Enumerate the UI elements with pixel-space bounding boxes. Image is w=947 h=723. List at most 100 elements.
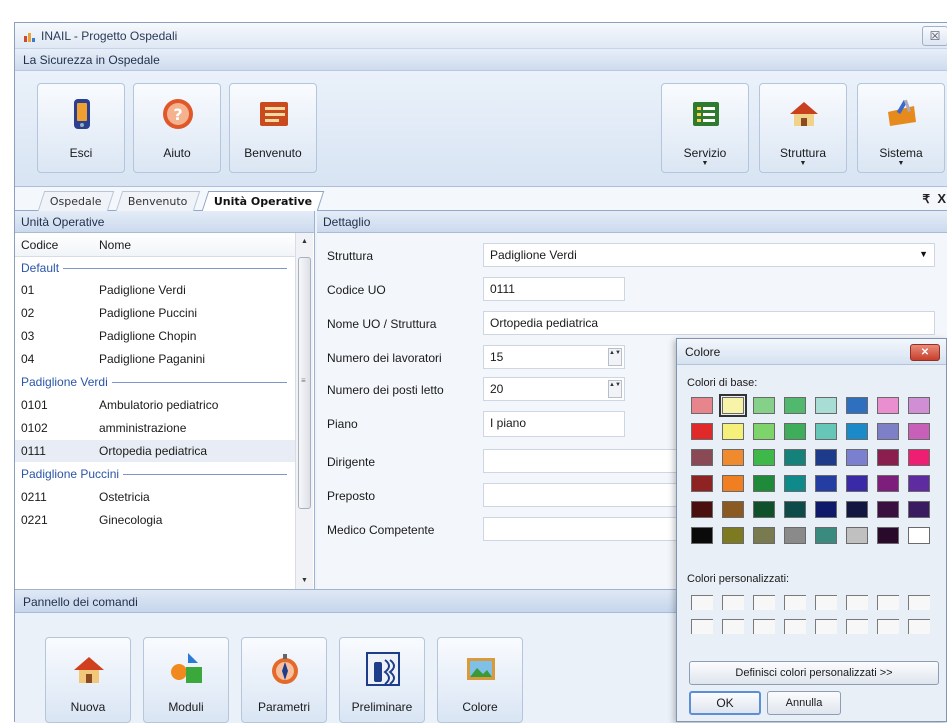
color-swatch[interactable] <box>877 449 899 466</box>
exit-button[interactable]: Esci <box>37 83 125 173</box>
color-swatch[interactable] <box>877 423 899 440</box>
color-swatch[interactable] <box>719 394 747 417</box>
custom-color-swatch[interactable] <box>846 619 868 634</box>
list-item-selected[interactable]: 0111 Ortopedia pediatrica <box>15 440 295 462</box>
color-button[interactable]: Colore <box>437 637 523 723</box>
scroll-down-icon[interactable]: ▼ <box>296 572 313 589</box>
color-swatch[interactable] <box>846 501 868 518</box>
spin-arrows-icon[interactable]: ▲▼ <box>608 380 622 398</box>
custom-color-swatch[interactable] <box>784 619 806 634</box>
custom-color-swatch[interactable] <box>908 619 930 634</box>
tab-menu-icon[interactable]: ₹ <box>922 192 930 206</box>
custom-color-swatch[interactable] <box>846 595 868 610</box>
color-swatch[interactable] <box>691 527 713 544</box>
custom-color-swatch[interactable] <box>691 595 713 610</box>
tab-benvenuto[interactable]: Benvenuto <box>115 191 200 211</box>
color-swatch[interactable] <box>908 475 930 492</box>
color-swatch[interactable] <box>784 475 806 492</box>
color-dialog-title-bar[interactable]: Colore ✕ <box>677 339 946 365</box>
list-item[interactable]: 0102 amministrazione <box>15 417 295 439</box>
custom-color-swatch[interactable] <box>908 595 930 610</box>
preliminary-button[interactable]: Preliminare <box>339 637 425 723</box>
color-swatch[interactable] <box>691 501 713 518</box>
color-swatch[interactable] <box>815 475 837 492</box>
color-swatch[interactable] <box>784 527 806 544</box>
color-swatch[interactable] <box>691 449 713 466</box>
list-item[interactable]: 0211 Ostetricia <box>15 486 295 508</box>
nome-field[interactable]: Ortopedia pediatrica <box>483 311 935 335</box>
scroll-thumb[interactable]: ≡ <box>298 257 311 509</box>
color-swatch[interactable] <box>753 501 775 518</box>
color-swatch[interactable] <box>722 475 744 492</box>
color-swatch[interactable] <box>691 397 713 414</box>
custom-color-swatch[interactable] <box>784 595 806 610</box>
color-swatch[interactable] <box>815 527 837 544</box>
welcome-button[interactable]: Benvenuto <box>229 83 317 173</box>
color-dialog-close-button[interactable]: ✕ <box>910 344 940 361</box>
service-button[interactable]: Servizio ▼ <box>661 83 749 173</box>
color-swatch[interactable] <box>815 501 837 518</box>
posti-stepper[interactable]: 20 ▲▼ <box>483 377 625 401</box>
struttura-select[interactable]: Padiglione Verdi ▼ <box>483 243 935 267</box>
color-swatch[interactable] <box>753 527 775 544</box>
color-swatch[interactable] <box>908 501 930 518</box>
color-swatch[interactable] <box>908 397 930 414</box>
color-swatch[interactable] <box>908 527 930 544</box>
color-swatch[interactable] <box>877 397 899 414</box>
cancel-button[interactable]: Annulla <box>767 691 841 715</box>
column-header-name[interactable]: Nome <box>99 238 131 252</box>
color-swatch[interactable] <box>753 397 775 414</box>
define-custom-colors-button[interactable]: Definisci colori personalizzati >> <box>689 661 939 685</box>
parameters-button[interactable]: Parametri <box>241 637 327 723</box>
codice-field[interactable]: 0111 <box>483 277 625 301</box>
list-item[interactable]: 0101 Ambulatorio pediatrico <box>15 394 295 416</box>
custom-color-swatch[interactable] <box>722 595 744 610</box>
custom-color-swatch[interactable] <box>877 595 899 610</box>
new-button[interactable]: Nuova <box>45 637 131 723</box>
color-swatch[interactable] <box>846 397 868 414</box>
custom-color-swatch[interactable] <box>753 595 775 610</box>
color-swatch[interactable] <box>877 475 899 492</box>
list-item[interactable]: 03 Padiglione Chopin <box>15 325 295 347</box>
color-swatch[interactable] <box>691 475 713 492</box>
piano-field[interactable]: I piano <box>483 411 625 437</box>
custom-color-swatch[interactable] <box>691 619 713 634</box>
custom-color-swatch[interactable] <box>877 619 899 634</box>
color-swatch[interactable] <box>784 423 806 440</box>
color-swatch[interactable] <box>722 501 744 518</box>
color-swatch[interactable] <box>846 449 868 466</box>
window-close-button[interactable]: ☒ <box>922 26 947 46</box>
color-swatch[interactable] <box>846 475 868 492</box>
title-bar[interactable]: INAIL - Progetto Ospedali ☒ <box>15 23 947 49</box>
custom-color-swatch[interactable] <box>753 619 775 634</box>
help-button[interactable]: ? Aiuto <box>133 83 221 173</box>
list-scrollbar[interactable]: ▲ ≡ ▼ <box>295 233 313 589</box>
tab-close-icon[interactable]: X <box>937 191 946 206</box>
custom-color-swatch[interactable] <box>815 619 837 634</box>
custom-color-swatch[interactable] <box>722 619 744 634</box>
color-swatch[interactable] <box>877 527 899 544</box>
list-item[interactable]: 01 Padiglione Verdi <box>15 279 295 301</box>
color-swatch[interactable] <box>722 527 744 544</box>
spin-arrows-icon[interactable]: ▲▼ <box>608 348 622 366</box>
color-swatch[interactable] <box>846 423 868 440</box>
scroll-up-icon[interactable]: ▲ <box>296 233 313 250</box>
system-button[interactable]: Sistema ▼ <box>857 83 945 173</box>
color-swatch[interactable] <box>691 423 713 440</box>
modules-button[interactable]: Moduli <box>143 637 229 723</box>
color-swatch[interactable] <box>784 397 806 414</box>
color-swatch[interactable] <box>815 423 837 440</box>
column-header-code[interactable]: Codice <box>21 238 58 252</box>
tab-unita-operative[interactable]: Unità Operative <box>201 191 325 211</box>
color-swatch[interactable] <box>753 475 775 492</box>
color-swatch[interactable] <box>722 423 744 440</box>
list-item[interactable]: 02 Padiglione Puccini <box>15 302 295 324</box>
list-item[interactable]: 04 Padiglione Paganini <box>15 348 295 370</box>
color-swatch[interactable] <box>784 501 806 518</box>
color-swatch[interactable] <box>815 449 837 466</box>
structure-button[interactable]: Struttura ▼ <box>759 83 847 173</box>
color-swatch[interactable] <box>877 501 899 518</box>
color-swatch[interactable] <box>815 397 837 414</box>
list-item[interactable]: 0221 Ginecologia <box>15 509 295 531</box>
color-swatch[interactable] <box>846 527 868 544</box>
